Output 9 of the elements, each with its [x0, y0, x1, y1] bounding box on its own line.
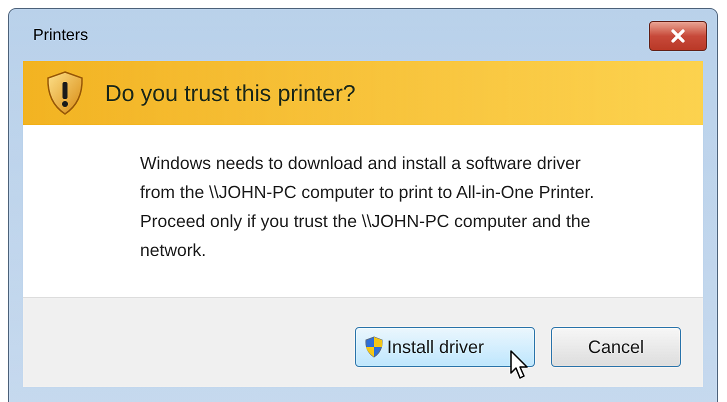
message-text: Windows needs to download and install a software driver from the \\JOHN-PC computer to print to All-in-One Printer. Proceed only if you trust the \\JOHN-PC computer and the network.: [140, 152, 596, 262]
window-title: Printers: [33, 26, 88, 46]
dialog-button[interactable]: Install driver: [355, 327, 535, 367]
close-icon: [670, 29, 686, 43]
shield-icon: [364, 336, 384, 358]
banner-heading: Do you trust this printer?: [105, 78, 356, 108]
warning-shield-icon: [45, 70, 85, 116]
dialog-button[interactable]: Cancel: [551, 327, 681, 367]
close-button[interactable]: [649, 21, 707, 51]
